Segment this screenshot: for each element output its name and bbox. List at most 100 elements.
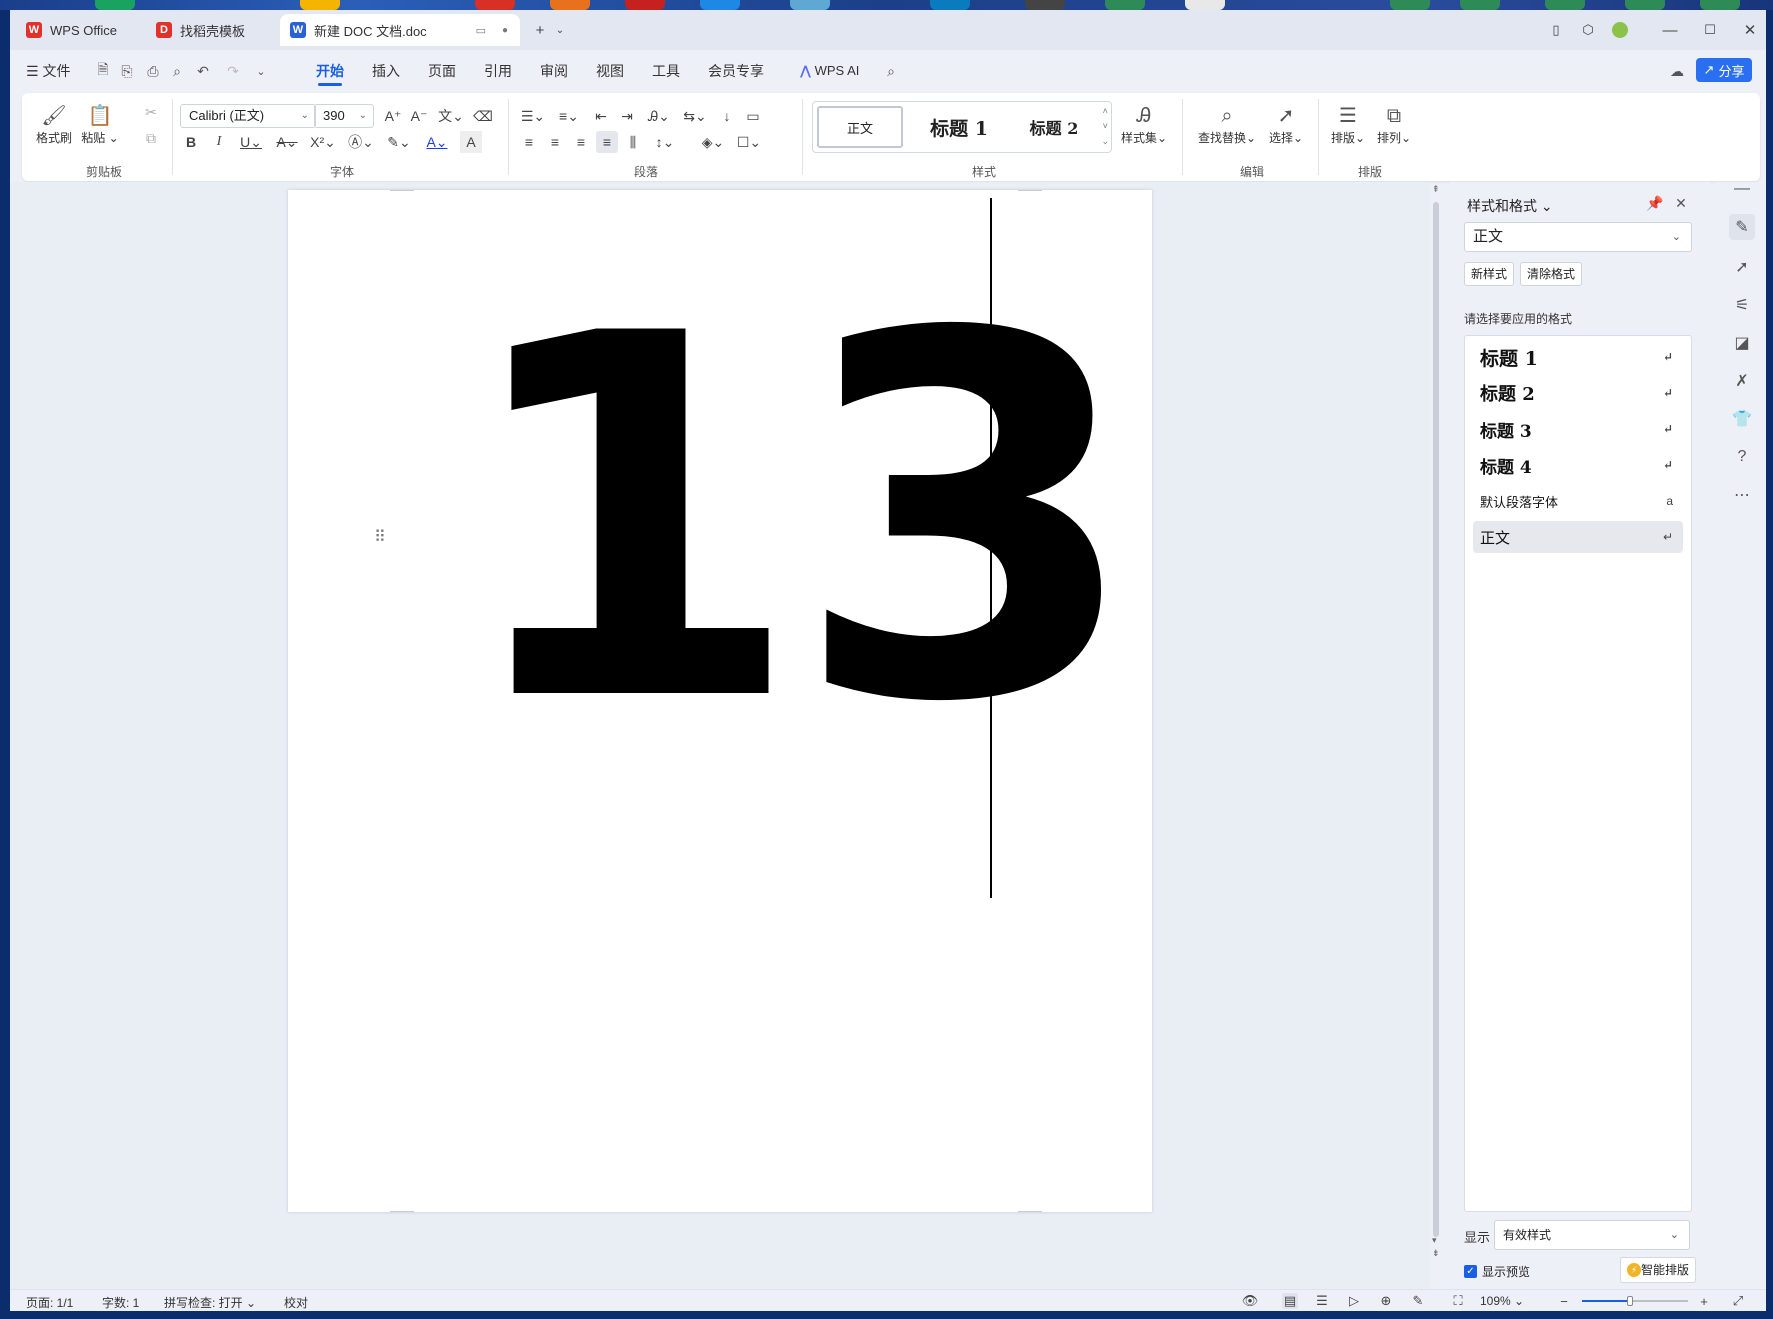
help-icon[interactable]: ? — [1729, 444, 1755, 470]
new-style-button[interactable]: 新样式 — [1464, 262, 1515, 286]
maximize-icon[interactable]: ☐ — [1700, 20, 1720, 40]
tab-new-doc[interactable]: W 新建 DOC 文档.doc ▭ ● — [280, 14, 520, 46]
chevron-down-icon[interactable]: ⌄ — [550, 20, 570, 40]
increase-indent-icon[interactable]: ⇥ — [616, 105, 638, 127]
file-menu[interactable]: ☰ 文件 — [26, 60, 70, 82]
tab-docer-templates[interactable]: D 找稻壳模板 — [146, 14, 276, 46]
tab-view[interactable]: 视图 — [596, 60, 624, 82]
underline-icon[interactable]: U⌄ — [236, 131, 266, 153]
text-direction-icon[interactable]: Ꭿ⌄ — [644, 105, 674, 127]
sliders-icon[interactable]: ⚟ — [1729, 292, 1755, 318]
export-icon[interactable]: ⎘ — [118, 62, 136, 80]
document-text[interactable]: 13 — [455, 270, 1141, 770]
style-heading-1[interactable]: 标题 1 — [909, 106, 1009, 148]
tab-insert[interactable]: 插入 — [372, 60, 400, 82]
minimize-icon[interactable]: — — [1660, 20, 1680, 40]
tab-references[interactable]: 引用 — [484, 60, 512, 82]
pen-icon[interactable]: ✎ — [1410, 1293, 1426, 1309]
cut-icon[interactable]: ✂ — [140, 101, 162, 123]
copy-icon[interactable]: ⧉ — [140, 127, 162, 149]
border-icon[interactable]: ☐⌄ — [734, 131, 764, 153]
page-view-icon[interactable]: ▤ — [1282, 1293, 1298, 1309]
format-painter-button[interactable]: 🖌 格式刷 — [32, 103, 76, 146]
zoom-slider-knob[interactable] — [1626, 1296, 1633, 1306]
fit-page-icon[interactable]: ⛶ — [1450, 1293, 1466, 1309]
font-size-select[interactable]: 390 ⌄ — [314, 104, 374, 128]
current-style-select[interactable]: 正文 ⌄ — [1464, 222, 1692, 252]
line-spacing-icon[interactable]: ↕⌄ — [650, 131, 680, 153]
clear-format-icon[interactable]: ⌫ — [472, 105, 494, 127]
new-tab-icon[interactable]: + — [530, 20, 550, 40]
grow-font-icon[interactable]: A⁺ — [382, 105, 404, 127]
superscript-icon[interactable]: X²⌄ — [308, 131, 338, 153]
cloud-icon[interactable]: ☁ — [1668, 62, 1686, 80]
redo-icon[interactable]: ↷ — [224, 62, 242, 80]
show-filter-select[interactable]: 有效样式 ⌄ — [1494, 1220, 1690, 1250]
web-view-icon[interactable]: ⊕ — [1378, 1293, 1394, 1309]
align-left-icon[interactable]: ≡ — [518, 131, 540, 153]
strikethrough-icon[interactable]: A⌄ — [272, 131, 302, 153]
shrink-font-icon[interactable]: A⁻ — [408, 105, 430, 127]
outline-view-icon[interactable]: ☰ — [1314, 1293, 1330, 1309]
tab-page[interactable]: 页面 — [428, 60, 456, 82]
more-icon[interactable]: ⋯ — [1729, 482, 1755, 508]
select-arrow-icon[interactable]: ➚ — [1729, 254, 1755, 280]
print-icon[interactable]: ⎙ — [144, 62, 162, 80]
smart-typeset-button[interactable]: ⚡ 智能排版 — [1620, 1257, 1696, 1283]
style-heading-2[interactable]: 标题 2 — [1009, 106, 1099, 148]
word-count[interactable]: 字数: 1 — [102, 1294, 139, 1311]
typeset-button[interactable]: ☰ 排版⌄ — [1326, 103, 1370, 146]
align-right-icon[interactable]: ≡ — [570, 131, 592, 153]
drag-handle-icon[interactable]: ⠿ — [374, 530, 386, 546]
vertical-scrollbar[interactable]: ⇞ ▾ ⇟ — [1430, 182, 1442, 1289]
avatar[interactable] — [1610, 20, 1630, 40]
style-set-button[interactable]: Ꭿ 样式集⌄ — [1116, 103, 1172, 146]
italic-icon[interactable]: I — [208, 131, 230, 153]
style-brush-icon[interactable]: ✎ — [1729, 214, 1755, 240]
paste-button[interactable]: 📋 粘贴 ⌄ — [78, 103, 122, 146]
char-shading-icon[interactable]: A — [460, 131, 482, 153]
style-item-heading-1[interactable]: 标题 1 ↵ — [1473, 341, 1683, 373]
eye-icon[interactable]: 👁 — [1242, 1293, 1259, 1309]
zoom-out-icon[interactable]: − — [1556, 1293, 1572, 1309]
scroll-up-icon[interactable]: ⇞ — [1432, 184, 1440, 195]
font-color-icon[interactable]: A⌄ — [422, 131, 452, 153]
pin-icon[interactable]: 📌 — [1646, 194, 1664, 212]
print-preview-icon[interactable]: ⌕ — [168, 62, 186, 80]
bold-icon[interactable]: B — [180, 131, 202, 153]
style-item-heading-3[interactable]: 标题 3 ↵ — [1473, 413, 1683, 445]
tools-icon[interactable]: ✗ — [1729, 368, 1755, 394]
zoom-in-icon[interactable]: + — [1696, 1293, 1712, 1309]
style-scroll-icon[interactable]: ˄ ˅ ⌄ — [1101, 104, 1109, 149]
shirt-icon[interactable]: 👕 — [1729, 406, 1755, 432]
scroll-thumb[interactable] — [1433, 202, 1439, 1237]
cube-icon[interactable]: ⬡ — [1578, 20, 1598, 40]
select-button[interactable]: ➚ 选择⌄ — [1262, 103, 1310, 146]
collapse-icon[interactable]: — — [1729, 176, 1755, 202]
page-count[interactable]: 页面: 1/1 — [26, 1294, 73, 1311]
wps-ai-button[interactable]: ⋀ WPS AI — [800, 60, 859, 82]
tab-review[interactable]: 审阅 — [540, 60, 568, 82]
save-icon[interactable]: 🗎 — [94, 61, 112, 80]
justify-icon[interactable]: ≡ — [596, 131, 618, 153]
close-icon[interactable]: ✕ — [1672, 194, 1690, 212]
quick-access-chevron-icon[interactable]: ⌄ — [252, 62, 270, 80]
fullscreen-icon[interactable]: ⤢ — [1730, 1293, 1746, 1309]
zoom-level[interactable]: 109% ⌄ — [1480, 1294, 1524, 1308]
arrange-button[interactable]: ⧉ 排列⌄ — [1372, 103, 1416, 146]
font-name-select[interactable]: Calibri (正文) ⌄ — [180, 104, 316, 128]
sort-icon[interactable]: ⇆⌄ — [680, 105, 710, 127]
unsaved-dot-icon[interactable]: ● — [502, 25, 508, 36]
close-icon[interactable]: ✕ — [1740, 20, 1760, 40]
document-page[interactable]: 13 — [288, 190, 1152, 1212]
sidebar-toggle-icon[interactable]: ▯ — [1546, 20, 1566, 40]
proofread-button[interactable]: 校对 — [284, 1294, 308, 1311]
spell-check-toggle[interactable]: 拼写检查: 打开 ⌄ — [164, 1294, 256, 1311]
play-icon[interactable]: ▷ — [1346, 1293, 1362, 1309]
bullet-list-icon[interactable]: ☰⌄ — [518, 105, 548, 127]
numbered-list-icon[interactable]: ≡⌄ — [554, 105, 584, 127]
share-button[interactable]: ↗ 分享 — [1696, 58, 1752, 82]
sort-az-icon[interactable]: ↓ — [716, 105, 738, 127]
style-item-heading-2[interactable]: 标题 2 ↵ — [1473, 377, 1683, 409]
highlight-icon[interactable]: ✎⌄ — [384, 131, 414, 153]
